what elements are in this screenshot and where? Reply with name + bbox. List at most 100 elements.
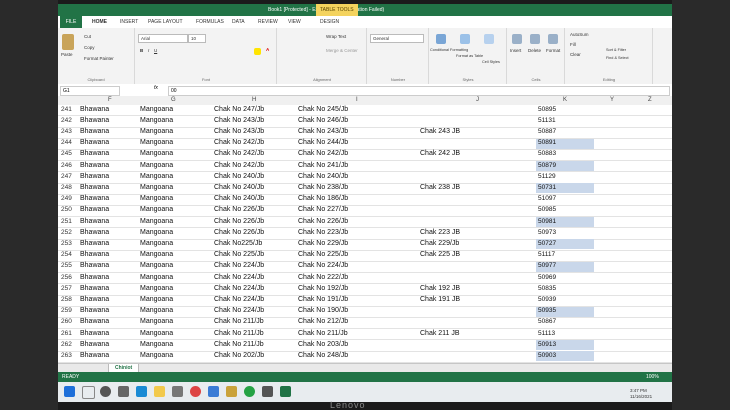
cell-g[interactable]: Mangoana <box>140 184 173 191</box>
cell-k[interactable]: 50835 <box>538 285 556 292</box>
cell-k[interactable]: 50939 <box>538 296 556 303</box>
cell-j[interactable]: Chak 225 JB <box>420 251 460 258</box>
tab-formulas[interactable]: FORMULAS <box>196 19 224 25</box>
col-header-k[interactable]: K <box>563 97 567 103</box>
cell-g[interactable]: Mangoana <box>140 352 173 359</box>
cell-g[interactable]: Mangoana <box>140 173 173 180</box>
cell-h[interactable]: Chak No225/Jb <box>214 240 262 247</box>
cell-i[interactable]: Chak No 242/Jb <box>298 150 348 157</box>
cell-h[interactable]: Chak No 211/Jb <box>214 341 264 348</box>
row-number[interactable]: 250 <box>61 206 72 213</box>
row-number[interactable]: 242 <box>61 117 72 124</box>
start-icon[interactable] <box>64 386 75 397</box>
format-cells-icon[interactable] <box>548 34 558 44</box>
row-number[interactable]: 248 <box>61 184 72 191</box>
cell-h[interactable]: Chak No 225/Jb <box>214 251 264 258</box>
cell-f[interactable]: Bhawana <box>80 318 109 325</box>
name-box[interactable]: G1 <box>60 86 120 96</box>
tab-review[interactable]: REVIEW <box>258 19 278 25</box>
cell-i[interactable]: Chak No 186/Jb <box>298 195 348 202</box>
cell-i[interactable]: Chak No 248/Jb <box>298 352 348 359</box>
cell-h[interactable]: Chak No 247/Jb <box>214 106 264 113</box>
cell-i[interactable]: Chak No 245/Jb <box>298 106 348 113</box>
bold-button[interactable]: B <box>140 48 143 53</box>
insert-button[interactable]: Insert <box>510 48 521 53</box>
cell-j[interactable]: Chak 242 JB <box>420 150 460 157</box>
cell-g[interactable]: Mangoana <box>140 341 173 348</box>
cell-k[interactable]: 50973 <box>538 229 556 236</box>
search-icon[interactable] <box>82 386 95 399</box>
cell-i[interactable]: Chak No 190/Jb <box>298 307 348 314</box>
font-name-select[interactable]: Arial <box>138 34 188 43</box>
cell-f[interactable]: Bhawana <box>80 307 109 314</box>
cell-f[interactable]: Bhawana <box>80 150 109 157</box>
cell-k[interactable]: 50985 <box>538 206 556 213</box>
cell-f[interactable]: Bhawana <box>80 128 109 135</box>
row-number[interactable]: 247 <box>61 173 72 180</box>
cell-g[interactable]: Mangoana <box>140 262 173 269</box>
cell-f[interactable]: Bhawana <box>80 251 109 258</box>
delete-cells-icon[interactable] <box>530 34 540 44</box>
chrome-icon[interactable] <box>190 386 201 397</box>
cell-k[interactable]: 51113 <box>538 330 555 337</box>
fill-button[interactable]: Fill <box>570 42 576 47</box>
cell-k[interactable]: 50895 <box>538 106 556 113</box>
cell-f[interactable]: Bhawana <box>80 117 109 124</box>
italic-button[interactable]: I <box>148 48 149 53</box>
font-color-icon[interactable]: A <box>266 47 269 52</box>
col-header-g[interactable]: G <box>171 97 176 103</box>
cell-f[interactable]: Bhawana <box>80 184 109 191</box>
cell-i[interactable]: Chak No 191/Jb <box>298 296 348 303</box>
col-header-z[interactable]: Z <box>648 97 652 103</box>
cell-g[interactable]: Mangoana <box>140 285 173 292</box>
fx-icon[interactable]: fx <box>154 85 158 91</box>
cell-k[interactable]: 50891 <box>538 139 556 146</box>
tab-page-layout[interactable]: PAGE LAYOUT <box>148 19 183 25</box>
cell-k[interactable]: 50867 <box>538 318 556 325</box>
copy-button[interactable]: Copy <box>84 45 95 50</box>
cell-g[interactable]: Mangoana <box>140 307 173 314</box>
cell-g[interactable]: Mangoana <box>140 240 173 247</box>
cell-k[interactable]: 50913 <box>538 341 556 348</box>
cell-g[interactable]: Mangoana <box>140 162 173 169</box>
row-number[interactable]: 261 <box>61 330 72 337</box>
excel-taskbar-icon[interactable] <box>280 386 291 397</box>
row-number[interactable]: 243 <box>61 128 72 135</box>
cell-f[interactable]: Bhawana <box>80 352 109 359</box>
row-number[interactable]: 257 <box>61 285 72 292</box>
col-header-i[interactable]: I <box>356 97 358 103</box>
cell-f[interactable]: Bhawana <box>80 330 109 337</box>
app-icon[interactable] <box>208 386 219 397</box>
cell-h[interactable]: Chak No 226/Jb <box>214 218 264 225</box>
cell-h[interactable]: Chak No 211/Jb <box>214 318 264 325</box>
row-number[interactable]: 258 <box>61 296 72 303</box>
cell-j[interactable]: Chak 192 JB <box>420 285 460 292</box>
cell-h[interactable]: Chak No 243/Jb <box>214 128 264 135</box>
cell-g[interactable]: Mangoana <box>140 274 173 281</box>
row-number[interactable]: 259 <box>61 307 72 314</box>
cell-f[interactable]: Bhawana <box>80 285 109 292</box>
cell-k[interactable]: 50879 <box>538 162 556 169</box>
cortana-icon[interactable] <box>100 386 111 397</box>
merge-center-button[interactable]: Merge & Center <box>326 48 358 53</box>
cell-g[interactable]: Mangoana <box>140 251 173 258</box>
cell-k[interactable]: 50935 <box>538 307 556 314</box>
cell-k[interactable]: 50981 <box>538 218 556 225</box>
row-number[interactable]: 253 <box>61 240 72 247</box>
cell-g[interactable]: Mangoana <box>140 206 173 213</box>
row-number[interactable]: 262 <box>61 341 72 348</box>
spreadsheet-grid[interactable]: 241 Bhawana Mangoana Chak No 247/Jb Chak No … <box>58 105 672 363</box>
cell-k[interactable]: 50977 <box>538 262 556 269</box>
autosum-button[interactable]: AutoSum <box>570 32 589 37</box>
cell-h[interactable]: Chak No 240/Jb <box>214 184 264 191</box>
cell-h[interactable]: Chak No 224/Jb <box>214 262 264 269</box>
tab-file[interactable]: FILE <box>60 16 82 28</box>
cell-i[interactable]: Chak No 225/Jb <box>298 251 348 258</box>
cell-h[interactable]: Chak No 242/Jb <box>214 150 264 157</box>
tab-design[interactable]: DESIGN <box>320 19 339 25</box>
cell-i[interactable]: Chak No 203/Jb <box>298 341 348 348</box>
fill-color-icon[interactable] <box>254 48 261 55</box>
col-header-h[interactable]: H <box>252 97 256 103</box>
cell-g[interactable]: Mangoana <box>140 296 173 303</box>
insert-cells-icon[interactable] <box>512 34 522 44</box>
